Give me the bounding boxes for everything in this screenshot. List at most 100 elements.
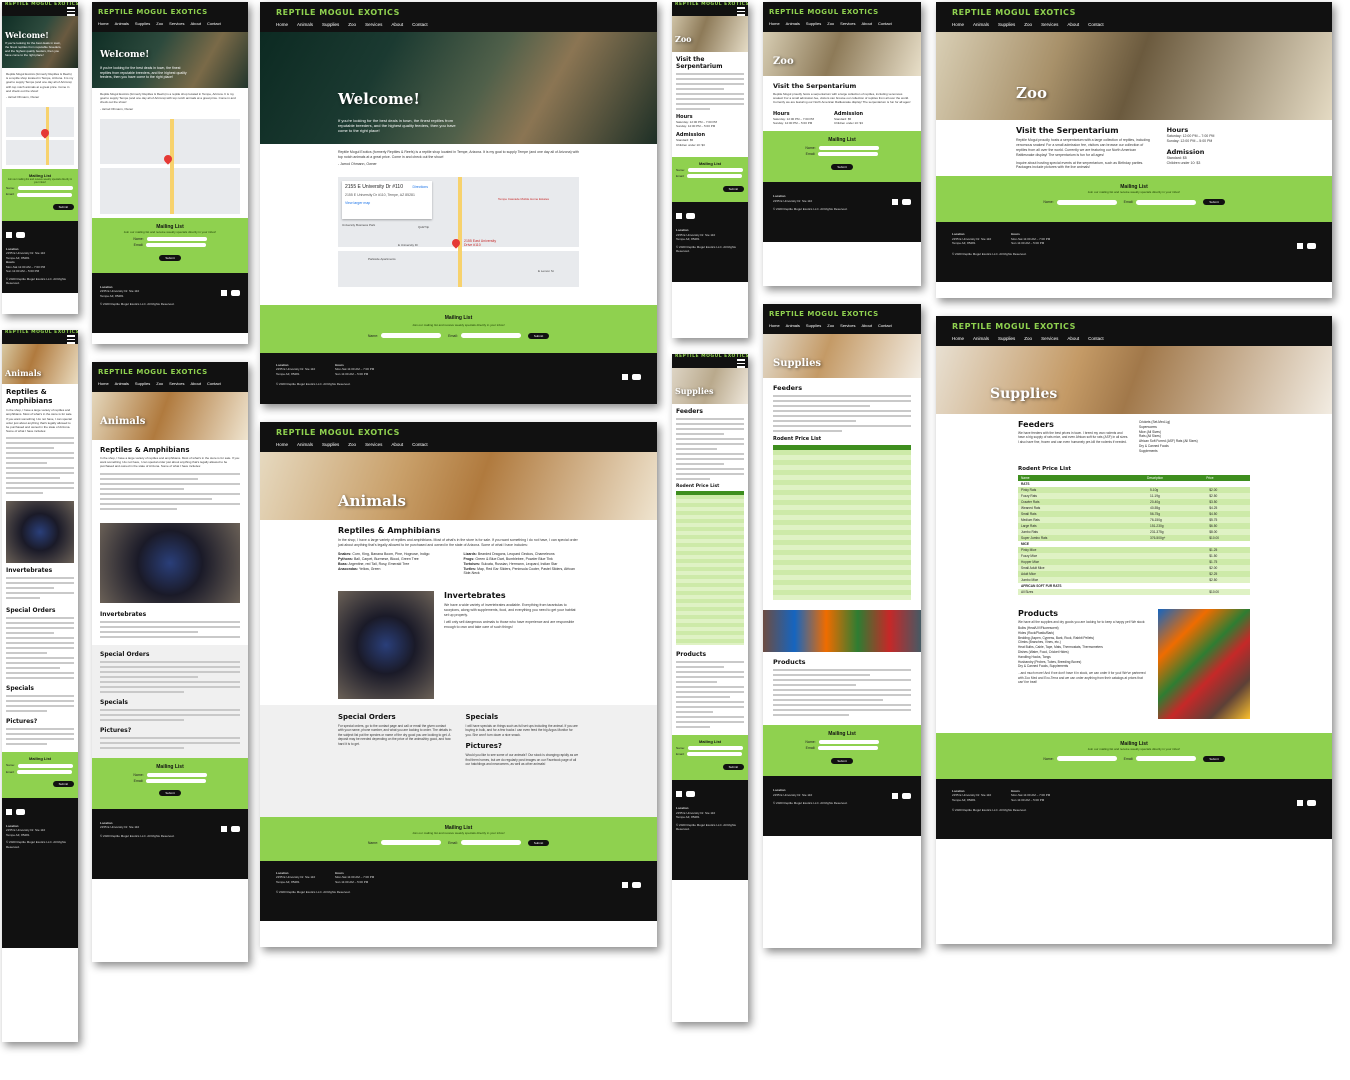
nav-services[interactable]: Services — [365, 22, 382, 27]
nav-about[interactable]: About — [391, 22, 403, 27]
youtube-icon[interactable] — [1307, 243, 1316, 250]
view-larger-map-link[interactable]: View larger map — [345, 201, 429, 205]
map-embed[interactable] — [100, 118, 240, 214]
facebook-icon[interactable] — [676, 791, 682, 798]
map-embed[interactable] — [6, 107, 74, 166]
youtube-icon[interactable] — [902, 199, 911, 206]
email-input[interactable] — [146, 778, 207, 783]
map-embed[interactable]: 2155 E University Dr #110 2155 E Univers… — [338, 176, 579, 287]
nav-animals[interactable]: Animals — [297, 22, 313, 27]
submit-button[interactable]: Submit — [52, 204, 74, 211]
nav-animals[interactable]: Animals — [297, 442, 313, 447]
brand-logo[interactable]: REPTILE MOGUL EXOTICS — [952, 322, 1316, 331]
email-input[interactable] — [460, 840, 521, 846]
facebook-icon[interactable] — [891, 793, 898, 800]
brand-logo[interactable]: REPTILE MOGUL EXOTICS — [675, 354, 748, 359]
name-input[interactable] — [381, 840, 442, 846]
nav-animals[interactable]: Animals — [115, 381, 129, 386]
submit-button[interactable]: Submit — [159, 254, 181, 261]
youtube-icon[interactable] — [686, 213, 696, 220]
nav-services[interactable]: Services — [840, 21, 855, 26]
menu-icon[interactable] — [737, 359, 745, 368]
brand-logo[interactable]: REPTILE MOGUL EXOTICS — [276, 428, 641, 437]
facebook-icon[interactable] — [676, 213, 682, 220]
facebook-icon[interactable] — [220, 825, 227, 832]
brand-logo[interactable]: REPTILE MOGUL EXOTICS — [276, 8, 641, 17]
nav-about[interactable]: About — [191, 21, 201, 26]
submit-button[interactable]: Submit — [722, 185, 744, 192]
nav-animals[interactable]: Animals — [786, 21, 800, 26]
nav-contact[interactable]: Contact — [412, 22, 428, 27]
youtube-icon[interactable] — [902, 793, 911, 800]
submit-button[interactable]: Submit — [159, 790, 181, 797]
menu-icon[interactable] — [67, 7, 75, 16]
name-input[interactable] — [1056, 199, 1117, 205]
submit-button[interactable]: Submit — [527, 332, 550, 339]
brand-logo[interactable]: REPTILE MOGUL EXOTICS — [952, 8, 1316, 17]
nav-home[interactable]: Home — [952, 336, 964, 341]
email-input[interactable] — [687, 174, 743, 179]
name-input[interactable] — [17, 763, 73, 768]
brand-logo[interactable]: REPTILE MOGUL EXOTICS — [5, 330, 78, 335]
email-input[interactable] — [146, 242, 207, 247]
nav-home[interactable]: Home — [769, 21, 780, 26]
nav-zoo[interactable]: Zoo — [348, 442, 356, 447]
submit-button[interactable]: Submit — [722, 764, 744, 771]
nav-services[interactable]: Services — [169, 21, 184, 26]
menu-icon[interactable] — [67, 335, 75, 344]
facebook-icon[interactable] — [891, 199, 898, 206]
nav-services[interactable]: Services — [365, 442, 382, 447]
submit-button[interactable]: Submit — [52, 781, 74, 788]
nav-supplies[interactable]: Supplies — [806, 21, 821, 26]
name-input[interactable] — [17, 186, 73, 191]
nav-services[interactable]: Services — [840, 323, 855, 328]
nav-animals[interactable]: Animals — [786, 323, 800, 328]
submit-button[interactable]: Submit — [831, 163, 853, 170]
nav-supplies[interactable]: Supplies — [135, 21, 150, 26]
email-input[interactable] — [1136, 199, 1197, 205]
menu-icon[interactable] — [737, 7, 745, 16]
nav-home[interactable]: Home — [952, 22, 964, 27]
facebook-icon[interactable] — [6, 231, 12, 238]
submit-button[interactable]: Submit — [527, 839, 550, 846]
facebook-icon[interactable] — [621, 881, 628, 888]
name-input[interactable] — [146, 772, 207, 777]
nav-about[interactable]: About — [1067, 22, 1079, 27]
nav-contact[interactable]: Contact — [1088, 22, 1104, 27]
nav-zoo[interactable]: Zoo — [348, 22, 356, 27]
youtube-icon[interactable] — [632, 373, 641, 380]
youtube-icon[interactable] — [16, 808, 26, 815]
email-input[interactable] — [17, 769, 73, 774]
brand-logo[interactable]: REPTILE MOGUL EXOTICS — [98, 8, 242, 16]
brand-logo[interactable]: REPTILE MOGUL EXOTICS — [675, 2, 748, 7]
directions-link[interactable]: Directions — [412, 185, 428, 189]
name-input[interactable] — [381, 333, 442, 339]
email-input[interactable] — [818, 746, 879, 751]
nav-supplies[interactable]: Supplies — [322, 22, 339, 27]
facebook-icon[interactable] — [1296, 799, 1303, 806]
submit-button[interactable]: Submit — [1203, 755, 1225, 762]
nav-home[interactable]: Home — [98, 381, 109, 386]
nav-about[interactable]: About — [1067, 336, 1079, 341]
nav-home[interactable]: Home — [769, 323, 780, 328]
nav-supplies[interactable]: Supplies — [135, 381, 150, 386]
nav-contact[interactable]: Contact — [878, 323, 892, 328]
nav-about[interactable]: About — [391, 442, 403, 447]
nav-contact[interactable]: Contact — [878, 21, 892, 26]
nav-home[interactable]: Home — [276, 442, 288, 447]
email-input[interactable] — [687, 752, 743, 757]
nav-services[interactable]: Services — [1041, 22, 1058, 27]
nav-animals[interactable]: Animals — [973, 22, 989, 27]
nav-zoo[interactable]: Zoo — [827, 21, 834, 26]
youtube-icon[interactable] — [686, 791, 696, 798]
name-input[interactable] — [687, 746, 743, 751]
nav-zoo[interactable]: Zoo — [156, 381, 163, 386]
nav-animals[interactable]: Animals — [973, 336, 989, 341]
nav-services[interactable]: Services — [1041, 336, 1058, 341]
nav-contact[interactable]: Contact — [1088, 336, 1104, 341]
youtube-icon[interactable] — [1307, 799, 1316, 806]
nav-home[interactable]: Home — [276, 22, 288, 27]
nav-contact[interactable]: Contact — [207, 21, 221, 26]
email-input[interactable] — [460, 333, 521, 339]
youtube-icon[interactable] — [231, 289, 240, 296]
